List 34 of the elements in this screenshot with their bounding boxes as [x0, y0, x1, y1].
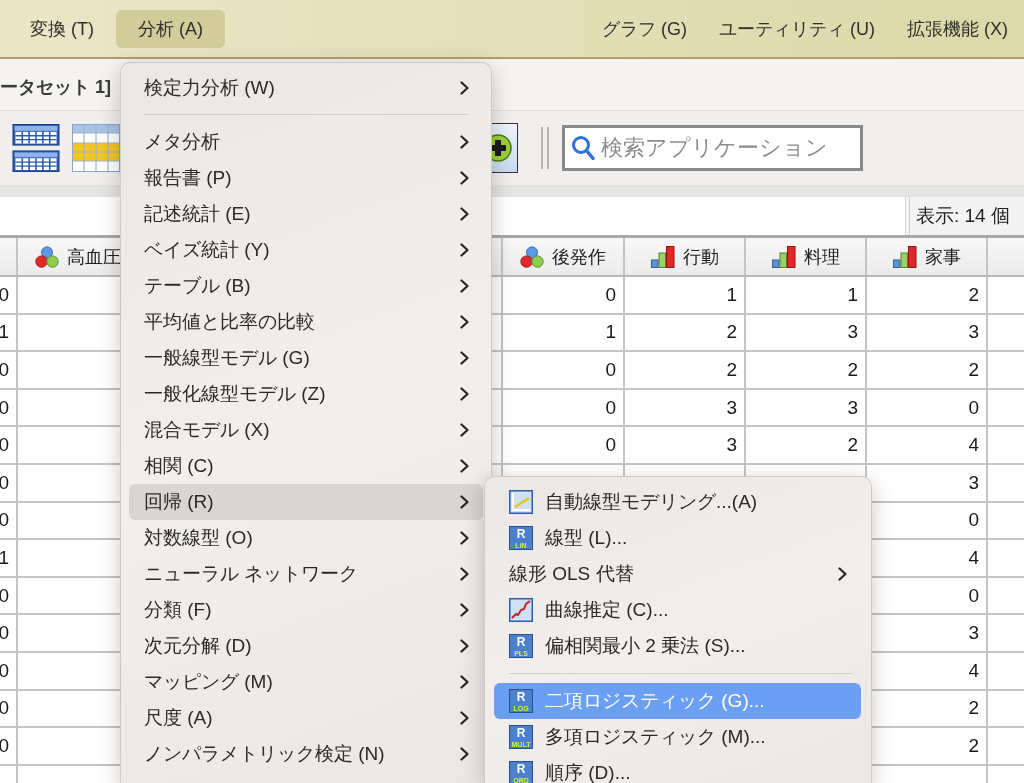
table-cell: 2	[625, 352, 746, 390]
table-cell: 4	[867, 427, 988, 465]
table-cell: 3	[625, 427, 746, 465]
table-cell: 2	[867, 277, 988, 315]
table-cell: 2	[746, 352, 867, 390]
table-cell: 2	[625, 314, 746, 353]
table-cell: 0	[503, 352, 625, 390]
table-cell: 1	[0, 540, 18, 578]
table-cell: 0	[0, 690, 18, 729]
table-cell: 3	[625, 389, 746, 428]
table-cell: 3	[746, 389, 867, 428]
table-cell: 1	[0, 314, 18, 353]
table-cell: 0	[503, 427, 625, 465]
table-cell: 0	[0, 352, 18, 390]
table-cell: 1	[503, 314, 625, 353]
table-cell: 0	[0, 502, 18, 541]
table-cell: 0	[0, 464, 18, 503]
table-cell: 2	[746, 427, 867, 465]
table-cell: 0	[503, 389, 625, 428]
table-cell: 3	[746, 314, 867, 353]
window-title: ータセット 1]	[0, 75, 111, 99]
table-cell: 0	[867, 389, 988, 428]
table-cell: 0	[503, 277, 625, 315]
table-cell: 0	[0, 652, 18, 691]
table-cell: 0	[0, 615, 18, 653]
table-cell: 3	[867, 314, 988, 353]
table-cell: 0	[0, 427, 18, 465]
table-cell: 2	[867, 352, 988, 390]
table-cell: 0	[0, 389, 18, 428]
table-cell: 0	[0, 728, 18, 766]
table-cell: 1	[625, 277, 746, 315]
table-cell: 0	[0, 277, 18, 315]
table-cell: 0	[0, 577, 18, 616]
table-cell: 1	[746, 277, 867, 315]
